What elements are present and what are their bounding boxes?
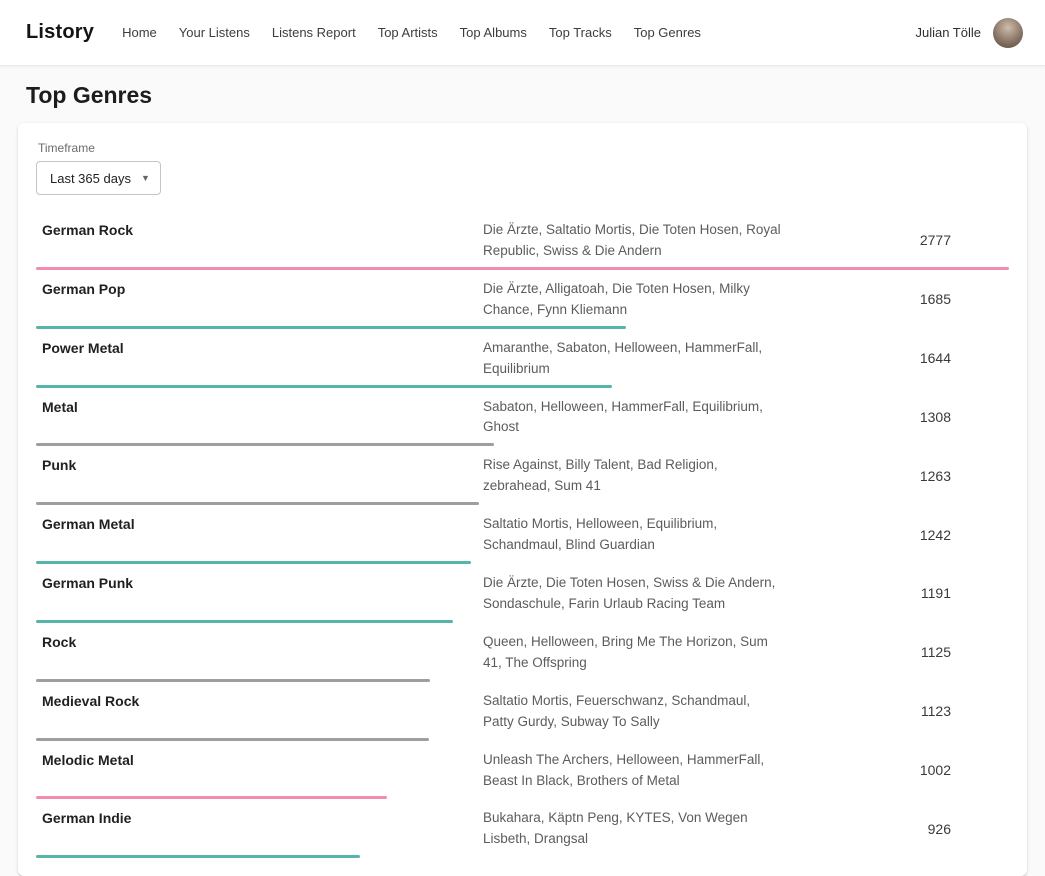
genre-artists: Die Ärzte, Saltatio Mortis, Die Toten Ho… xyxy=(483,219,783,262)
genre-artists: Saltatio Mortis, Helloween, Equilibrium,… xyxy=(483,513,783,556)
genre-artists: Rise Against, Billy Talent, Bad Religion… xyxy=(483,454,783,497)
genres-card: Timeframe Last 365 days ▼ German Rock Di… xyxy=(18,123,1027,876)
nav-item-top-artists[interactable]: Top Artists xyxy=(378,0,438,66)
genre-artists: Die Ärzte, Die Toten Hosen, Swiss & Die … xyxy=(483,572,783,615)
genre-row: Power Metal Amaranthe, Sabaton, Hellowee… xyxy=(36,329,1009,388)
genre-row: Melodic Metal Unleash The Archers, Hello… xyxy=(36,741,1009,800)
avatar[interactable] xyxy=(993,18,1023,48)
genre-count: 1123 xyxy=(783,703,1009,719)
genre-count: 1125 xyxy=(783,644,1009,660)
nav-item-top-genres[interactable]: Top Genres xyxy=(634,0,701,66)
genre-name: German Pop xyxy=(36,278,483,297)
nav-item-your-listens[interactable]: Your Listens xyxy=(179,0,250,66)
genre-row: Metal Sabaton, Helloween, HammerFall, Eq… xyxy=(36,388,1009,447)
genre-row: Rock Queen, Helloween, Bring Me The Hori… xyxy=(36,623,1009,682)
genre-name: German Rock xyxy=(36,219,483,238)
genre-count: 1191 xyxy=(783,585,1009,601)
genre-artists: Sabaton, Helloween, HammerFall, Equilibr… xyxy=(483,396,783,439)
genre-count: 1308 xyxy=(783,409,1009,425)
timeframe-label: Timeframe xyxy=(38,141,1009,155)
genre-artists: Unleash The Archers, Helloween, HammerFa… xyxy=(483,749,783,792)
genre-count: 1242 xyxy=(783,527,1009,543)
genre-count: 1644 xyxy=(783,350,1009,366)
timeframe-select[interactable]: Last 365 days ▼ xyxy=(36,161,161,195)
top-nav: Listory Home Your Listens Listens Report… xyxy=(0,0,1045,66)
genre-row: German Rock Die Ärzte, Saltatio Mortis, … xyxy=(36,211,1009,270)
genre-artists: Queen, Helloween, Bring Me The Horizon, … xyxy=(483,631,783,674)
genre-name: Medieval Rock xyxy=(36,690,483,709)
genre-row: German Indie Bukahara, Käptn Peng, KYTES… xyxy=(36,799,1009,858)
genre-row: German Metal Saltatio Mortis, Helloween,… xyxy=(36,505,1009,564)
chevron-down-icon: ▼ xyxy=(141,174,150,183)
genre-artists: Bukahara, Käptn Peng, KYTES, Von Wegen L… xyxy=(483,807,783,850)
genre-name: Rock xyxy=(36,631,483,650)
genre-artists: Amaranthe, Sabaton, Helloween, HammerFal… xyxy=(483,337,783,380)
genre-count: 1263 xyxy=(783,468,1009,484)
nav-item-listens-report[interactable]: Listens Report xyxy=(272,0,356,66)
main-nav: Home Your Listens Listens Report Top Art… xyxy=(122,0,701,66)
page-title: Top Genres xyxy=(0,82,1045,109)
genre-name: German Indie xyxy=(36,807,483,826)
nav-item-top-albums[interactable]: Top Albums xyxy=(460,0,527,66)
genre-row: German Pop Die Ärzte, Alligatoah, Die To… xyxy=(36,270,1009,329)
timeframe-value: Last 365 days xyxy=(50,171,131,186)
genre-row: Medieval Rock Saltatio Mortis, Feuerschw… xyxy=(36,682,1009,741)
genre-count: 2777 xyxy=(783,232,1009,248)
genre-name: Metal xyxy=(36,396,483,415)
genre-list: German Rock Die Ärzte, Saltatio Mortis, … xyxy=(36,211,1009,858)
user-name: Julian Tölle xyxy=(915,25,981,40)
genre-name: Punk xyxy=(36,454,483,473)
genre-count: 1002 xyxy=(783,762,1009,778)
genre-artists: Die Ärzte, Alligatoah, Die Toten Hosen, … xyxy=(483,278,783,321)
nav-item-top-tracks[interactable]: Top Tracks xyxy=(549,0,612,66)
genre-bar xyxy=(36,855,360,858)
genre-row: Punk Rise Against, Billy Talent, Bad Rel… xyxy=(36,446,1009,505)
genre-artists: Saltatio Mortis, Feuerschwanz, Schandmau… xyxy=(483,690,783,733)
genre-name: German Punk xyxy=(36,572,483,591)
genre-name: German Metal xyxy=(36,513,483,532)
genre-count: 926 xyxy=(783,821,1009,837)
nav-item-home[interactable]: Home xyxy=(122,0,157,66)
genre-count: 1685 xyxy=(783,291,1009,307)
app-logo[interactable]: Listory xyxy=(26,21,94,44)
genre-row: German Punk Die Ärzte, Die Toten Hosen, … xyxy=(36,564,1009,623)
genre-name: Power Metal xyxy=(36,337,483,356)
genre-name: Melodic Metal xyxy=(36,749,483,768)
